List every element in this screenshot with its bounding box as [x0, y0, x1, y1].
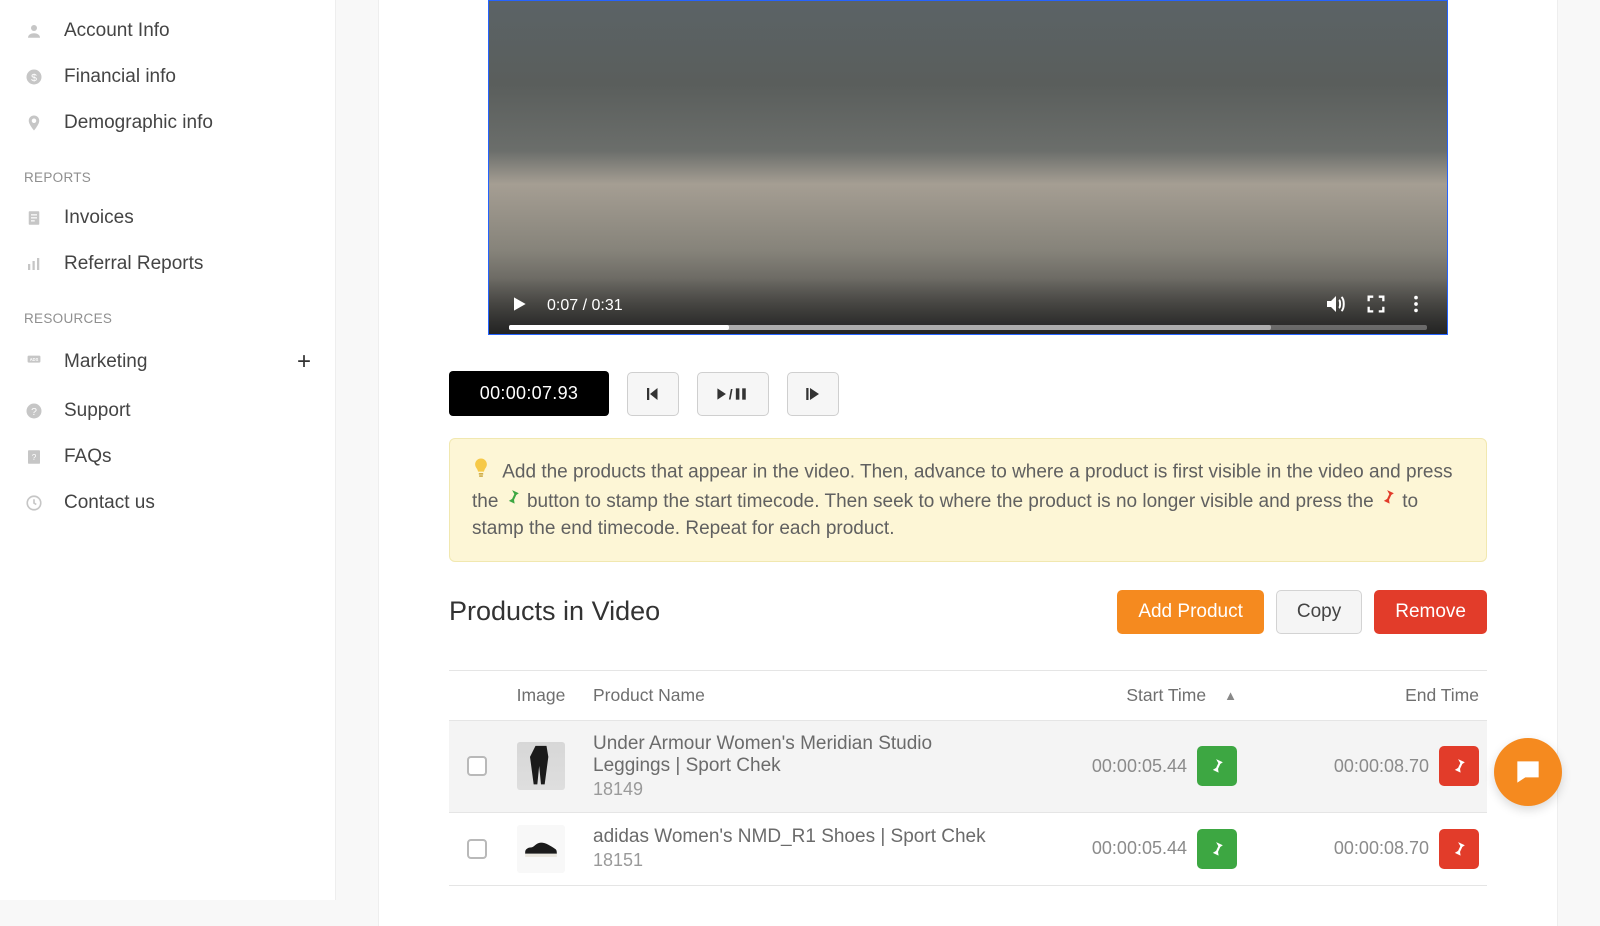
sidebar-item-label: Account Info [64, 20, 170, 42]
sidebar-item-demographic-info[interactable]: Demographic info [0, 100, 335, 146]
product-sku: 18151 [593, 850, 995, 871]
sidebar: Account Info $ Financial info Demographi… [0, 0, 336, 900]
sidebar-item-label: Invoices [64, 207, 134, 229]
svg-text:/: / [729, 386, 733, 402]
sidebar-item-label: Contact us [64, 492, 155, 514]
sidebar-item-label: Financial info [64, 66, 176, 88]
start-time-value: 00:00:05.44 [1092, 756, 1187, 777]
lightbulb-icon [472, 457, 490, 488]
product-thumbnail [517, 825, 565, 873]
pin-green-icon [504, 487, 522, 515]
dollar-icon: $ [24, 67, 44, 87]
sidebar-item-faqs[interactable]: ? FAQs [0, 434, 335, 480]
chat-icon [1512, 756, 1544, 788]
end-time-value: 00:00:08.70 [1334, 838, 1429, 859]
volume-icon[interactable] [1323, 292, 1347, 321]
ads-icon: ADS [24, 352, 44, 372]
chat-fab[interactable] [1494, 738, 1562, 806]
video-time-display: 0:07 / 0:31 [547, 297, 623, 315]
play-pause-button[interactable]: / [697, 372, 769, 416]
sidebar-item-label: Referral Reports [64, 253, 203, 275]
timecode-display: 00:00:07.93 [449, 371, 609, 416]
svg-text:?: ? [31, 406, 37, 418]
transport-row: 00:00:07.93 / [449, 371, 1487, 416]
sidebar-item-label: FAQs [64, 446, 112, 468]
sidebar-item-marketing[interactable]: ADS Marketing + [0, 336, 335, 388]
expand-icon[interactable]: + [297, 348, 311, 376]
product-name: Under Armour Women's Meridian Studio Leg… [593, 733, 995, 777]
product-sku: 18149 [593, 779, 995, 800]
remove-button[interactable]: Remove [1374, 590, 1487, 634]
end-time-value: 00:00:08.70 [1334, 756, 1429, 777]
start-time-value: 00:00:05.44 [1092, 838, 1187, 859]
table-row: Under Armour Women's Meridian Studio Leg… [449, 721, 1487, 813]
products-table: Image Product Name Start Time ▲ End Time [449, 670, 1487, 886]
products-title: Products in Video [449, 596, 660, 627]
svg-text:$: $ [31, 72, 37, 84]
sidebar-item-label: Support [64, 400, 131, 422]
stamp-start-button[interactable] [1197, 746, 1237, 786]
document-icon [24, 208, 44, 228]
content-card: 0:07 / 0:31 [378, 0, 1558, 926]
step-forward-button[interactable] [787, 372, 839, 416]
svg-text:?: ? [32, 453, 37, 462]
sidebar-item-support[interactable]: ? Support [0, 388, 335, 434]
svg-text:ADS: ADS [30, 357, 39, 362]
tip-text-part-2: button to stamp the start timecode. Then… [527, 491, 1374, 512]
sidebar-item-account-info[interactable]: Account Info [0, 8, 335, 54]
faq-icon: ? [24, 447, 44, 467]
help-icon: ? [24, 401, 44, 421]
header-start-time[interactable]: Start Time ▲ [1007, 685, 1237, 706]
copy-button[interactable]: Copy [1276, 590, 1362, 634]
sidebar-item-referral-reports[interactable]: Referral Reports [0, 241, 335, 287]
video-player[interactable]: 0:07 / 0:31 [488, 0, 1448, 335]
stamp-end-button[interactable] [1439, 829, 1479, 869]
sidebar-item-invoices[interactable]: Invoices [0, 195, 335, 241]
sidebar-item-label: Marketing [64, 351, 147, 373]
video-frame: 0:07 / 0:31 [489, 1, 1447, 334]
sidebar-item-financial-info[interactable]: $ Financial info [0, 54, 335, 100]
add-product-button[interactable]: Add Product [1117, 590, 1264, 634]
sort-asc-icon: ▲ [1224, 688, 1237, 703]
instruction-tip: Add the products that appear in the vide… [449, 438, 1487, 562]
product-name: adidas Women's NMD_R1 Shoes | Sport Chek [593, 826, 995, 848]
products-actions: Add Product Copy Remove [1117, 590, 1487, 634]
product-thumbnail [517, 742, 565, 790]
sidebar-item-label: Demographic info [64, 112, 213, 134]
bar-chart-icon [24, 254, 44, 274]
pin-red-icon [1379, 487, 1397, 515]
main-content: 0:07 / 0:31 [336, 0, 1600, 900]
stamp-start-button[interactable] [1197, 829, 1237, 869]
video-progress-track[interactable] [509, 325, 1427, 330]
pants-icon [522, 744, 560, 788]
row-checkbox[interactable] [467, 756, 487, 776]
products-header: Products in Video Add Product Copy Remov… [449, 590, 1487, 634]
table-row: adidas Women's NMD_R1 Shoes | Sport Chek… [449, 813, 1487, 886]
video-buffer-fill [509, 325, 1271, 330]
sidebar-section-resources: RESOURCES [0, 287, 335, 336]
header-product-name[interactable]: Product Name [585, 685, 995, 706]
stamp-end-button[interactable] [1439, 746, 1479, 786]
header-end-time[interactable]: End Time [1249, 685, 1479, 706]
step-back-button[interactable] [627, 372, 679, 416]
table-header-row: Image Product Name Start Time ▲ End Time [449, 671, 1487, 721]
header-image[interactable]: Image [509, 685, 573, 706]
sidebar-section-reports: REPORTS [0, 146, 335, 195]
map-pin-icon [24, 113, 44, 133]
fullscreen-icon[interactable] [1365, 293, 1387, 320]
shoe-icon [522, 827, 560, 871]
play-icon[interactable] [509, 293, 529, 320]
sidebar-item-contact-us[interactable]: Contact us [0, 480, 335, 526]
more-icon[interactable] [1405, 293, 1427, 320]
clock-icon [24, 493, 44, 513]
user-icon [24, 21, 44, 41]
row-checkbox[interactable] [467, 839, 487, 859]
